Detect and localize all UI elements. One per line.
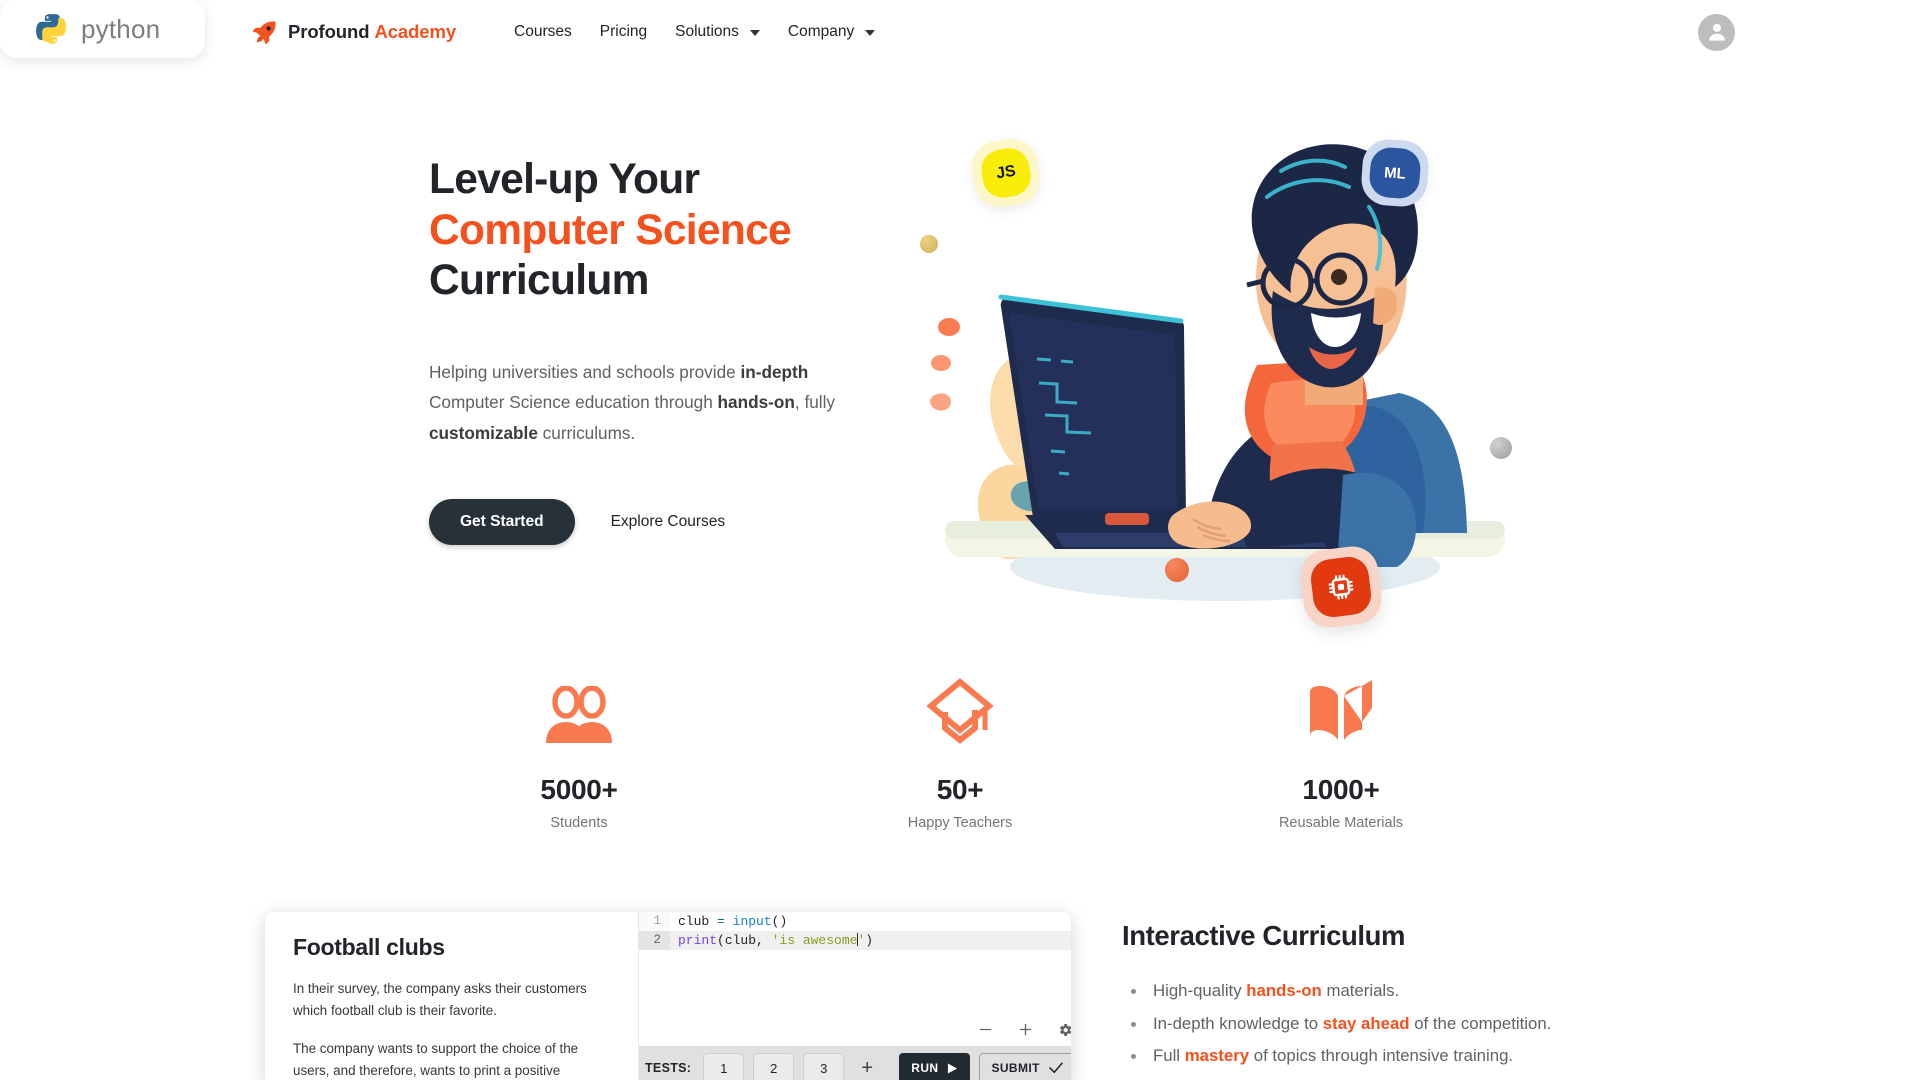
bullet-pre: In-depth knowledge to [1153, 1013, 1323, 1033]
list-item: In-depth knowledge to stay ahead of the … [1122, 1011, 1682, 1038]
bullet-post: of the competition. [1409, 1013, 1552, 1033]
bullet-bold: stay ahead [1322, 1013, 1410, 1033]
interactive-exercise-widget: Football clubs In their survey, the comp… [265, 912, 1071, 1080]
cpu-chip-icon [1328, 574, 1354, 600]
list-item: Full mastery of topics through intensive… [1122, 1043, 1682, 1070]
check-icon [1049, 1062, 1063, 1074]
bottom-section: Football clubs In their survey, the comp… [0, 910, 1920, 1080]
zoom-in-icon[interactable] [1017, 1021, 1034, 1038]
bullet-bold: hands-on [1246, 981, 1322, 1000]
stat-reusable-materials: 1000+ Reusable Materials [1191, 672, 1491, 831]
bullet-bold: mastery [1184, 1046, 1250, 1066]
submit-button-label: SUBMIT [991, 1061, 1040, 1075]
decorative-dot-gray [1490, 437, 1512, 459]
chip-badge [1297, 543, 1385, 631]
hero-sub-4: curriculums. [537, 422, 636, 443]
feature-section: Interactive Curriculum High-quality hand… [1122, 920, 1682, 1080]
python-logo-icon [36, 14, 66, 44]
feature-title: Interactive Curriculum [1122, 920, 1406, 951]
line-number: 1 [639, 912, 670, 931]
list-item: Constantly updated to stay relevant with… [1122, 1076, 1682, 1080]
stat-value: 1000+ [1302, 774, 1380, 805]
task-paragraph-2-a: The company wants to support the choice … [293, 1041, 579, 1079]
open-book-icon [1304, 672, 1378, 748]
code-line-text: club = input() [678, 914, 788, 929]
page-title: Level-up Your Computer Science Curriculu… [429, 155, 899, 307]
chip-badge-inner [1308, 554, 1374, 620]
run-button-label: RUN [911, 1061, 939, 1075]
python-label: python [81, 13, 161, 44]
bullet-post: of topics through intensive training. [1249, 1046, 1514, 1066]
stat-label: Students [550, 815, 608, 831]
submit-button[interactable]: SUBMIT [979, 1052, 1071, 1080]
editor-action-toolbar: TESTS: 1 2 3 + RUN SUBMIT [639, 1046, 1071, 1080]
hero-sub-bold-2: hands-on [717, 392, 795, 413]
hero-sub-bold-3: customizable [429, 422, 538, 443]
editor-toolbar [977, 1021, 1071, 1038]
python-badge: python [0, 0, 205, 58]
hero-title-line2: Computer Science [429, 206, 792, 254]
bullet-pre: High-quality [1153, 981, 1247, 1000]
stat-label: Reusable Materials [1278, 815, 1404, 831]
js-badge-label: JS [994, 162, 1017, 183]
ml-badge-label: ML [1383, 163, 1407, 183]
test-tab-1[interactable]: 1 [703, 1052, 745, 1080]
task-description-panel: Football clubs In their survey, the comp… [265, 912, 639, 1080]
stat-value: 50+ [936, 774, 984, 805]
hero-title-line3: Curriculum [429, 257, 649, 305]
feature-bullet-list: High-quality hands-on materials. In-dept… [1122, 978, 1682, 1080]
decorative-dot-yellow [920, 235, 938, 253]
ml-badge: ML [1359, 137, 1431, 209]
stats-section: 5000+ Students 50+ Happy Teachers 1000+ … [429, 672, 1491, 831]
landing-page: Profound Academy Courses Pricing Solutio… [0, 0, 1920, 1080]
stat-students: 5000+ Students [429, 672, 729, 831]
line-number: 2 [639, 931, 670, 950]
hero-actions: Get Started Explore Courses [429, 499, 899, 545]
code-editor[interactable]: 1 club = input() 2 print(club, 'is aweso… [639, 912, 1071, 1046]
code-line-active[interactable]: 2 print(club, 'is awesome') [639, 931, 1071, 950]
js-badge-inner: JS [978, 145, 1034, 201]
hero-copy: Level-up Your Computer Science Curriculu… [429, 155, 899, 545]
code-line[interactable]: 1 club = input() [639, 912, 1071, 931]
task-title: Football clubs [293, 934, 445, 960]
stat-happy-teachers: 50+ Happy Teachers [810, 672, 1110, 831]
add-test-button[interactable]: + [853, 1053, 881, 1080]
zoom-out-icon[interactable] [977, 1021, 994, 1038]
hero-section: Level-up Your Computer Science Curriculu… [0, 0, 1920, 680]
explore-courses-button[interactable]: Explore Courses [605, 499, 732, 545]
hero-sub-2: Computer Science education through [429, 392, 718, 413]
hero-subtitle: Helping universities and schools provide… [429, 357, 881, 448]
graduation-cap-icon [923, 672, 997, 748]
task-paragraph-1: In their survey, the company asks their … [293, 981, 587, 1018]
test-tab-3[interactable]: 3 [803, 1052, 845, 1080]
code-line-text: print(club, 'is awesome') [678, 933, 874, 948]
list-item: High-quality hands-on materials. [1122, 978, 1682, 1005]
hero-sub-bold-1: in-depth [740, 361, 809, 382]
tests-label: TESTS: [645, 1061, 692, 1075]
hero-sub-3: , fully [794, 392, 836, 413]
hero-title-line1: Level-up Your [429, 156, 700, 203]
stat-label: Happy Teachers [907, 815, 1013, 831]
stat-value: 5000+ [540, 774, 618, 805]
ml-badge-inner: ML [1368, 146, 1422, 200]
bullet-pre: Full [1153, 1046, 1185, 1066]
play-icon [948, 1062, 958, 1074]
run-button[interactable]: RUN [899, 1052, 971, 1080]
decorative-dot-orange [1165, 558, 1189, 582]
students-icon [542, 672, 616, 748]
bullet-post: materials. [1321, 981, 1400, 1000]
task-paragraph-2: The company wants to support the choice … [293, 1038, 608, 1080]
test-tab-2[interactable]: 2 [753, 1052, 795, 1080]
hero-sub-1: Helping universities and schools provide [429, 361, 741, 382]
settings-gear-icon[interactable] [1057, 1022, 1071, 1038]
code-editor-panel: 1 club = input() 2 print(club, 'is aweso… [639, 912, 1071, 1080]
get-started-button[interactable]: Get Started [429, 499, 575, 545]
